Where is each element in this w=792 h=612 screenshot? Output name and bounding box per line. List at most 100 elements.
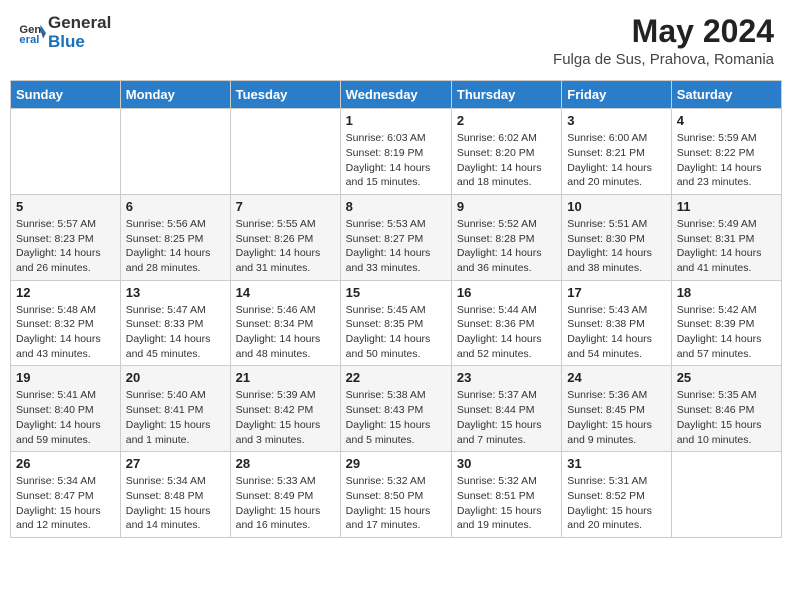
calendar-cell: 15Sunrise: 5:45 AMSunset: 8:35 PMDayligh… [340, 280, 451, 366]
calendar-cell: 9 Sunrise: 5:52 AMSunset: 8:28 PMDaylight… [451, 194, 561, 280]
day-number: 6 [126, 199, 225, 214]
day-number: 12 [16, 285, 115, 300]
day-number: 9 [457, 199, 556, 214]
day-detail: Sunrise: 5:59 AMSunset: 8:22 PMDaylight:… [677, 131, 776, 190]
calendar-cell: 24 Sunrise: 5:36 AMSunset: 8:45 PMDayligh… [562, 366, 671, 452]
day-detail: Sunrise: 5:48 AMSunset: 8:32 PMDaylight:… [16, 303, 115, 362]
col-header-sunday: Sunday [11, 81, 121, 109]
calendar-cell: 30 Sunrise: 5:32 AMSunset: 8:51 PMDayligh… [451, 452, 561, 538]
day-number: 16 [457, 285, 556, 300]
day-number: 1 [346, 113, 446, 128]
calendar-cell: 10 Sunrise: 5:51 AMSunset: 8:30 PMDayligh… [562, 194, 671, 280]
day-detail: Sunrise: 5:35 AMSunset: 8:46 PMDaylight:… [677, 388, 776, 447]
calendar-cell: 18 Sunrise: 5:42 AMSunset: 8:39 PMDayligh… [671, 280, 781, 366]
day-detail: Sunrise: 5:33 AMSunset: 8:49 PMDaylight:… [236, 474, 335, 533]
day-number: 17 [567, 285, 665, 300]
calendar-cell [120, 109, 230, 195]
day-detail: Sunrise: 5:34 AMSunset: 8:47 PMDaylight:… [16, 474, 115, 533]
day-detail: Sunrise: 5:32 AMSunset: 8:50 PMDaylight:… [346, 474, 446, 533]
day-detail: Sunrise: 5:47 AMSunset: 8:33 PMDaylight:… [126, 303, 225, 362]
calendar-cell: 8 Sunrise: 5:53 AMSunset: 8:27 PMDaylight… [340, 194, 451, 280]
day-detail: Sunrise: 5:42 AMSunset: 8:39 PMDaylight:… [677, 303, 776, 362]
calendar-cell [11, 109, 121, 195]
calendar-week-2: 5 Sunrise: 5:57 AMSunset: 8:23 PMDaylight… [11, 194, 782, 280]
calendar-cell: 2Sunrise: 6:02 AMSunset: 8:20 PMDaylight… [451, 109, 561, 195]
day-number: 4 [677, 113, 776, 128]
calendar-cell: 7Sunrise: 5:55 AMSunset: 8:26 PMDaylight… [230, 194, 340, 280]
day-number: 26 [16, 456, 115, 471]
day-number: 11 [677, 199, 776, 214]
title-block: May 2024 Fulga de Sus, Prahova, Romania [553, 14, 774, 68]
day-detail: Sunrise: 5:53 AMSunset: 8:27 PMDaylight:… [346, 217, 446, 276]
day-number: 24 [567, 370, 665, 385]
calendar-cell: 21 Sunrise: 5:39 AMSunset: 8:42 PMDayligh… [230, 366, 340, 452]
location-subtitle: Fulga de Sus, Prahova, Romania [553, 51, 774, 68]
calendar-cell: 20Sunrise: 5:40 AMSunset: 8:41 PMDayligh… [120, 366, 230, 452]
day-number: 13 [126, 285, 225, 300]
day-detail: Sunrise: 5:34 AMSunset: 8:48 PMDaylight:… [126, 474, 225, 533]
calendar-cell: 1 Sunrise: 6:03 AMSunset: 8:19 PMDaylight… [340, 109, 451, 195]
day-detail: Sunrise: 6:02 AMSunset: 8:20 PMDaylight:… [457, 131, 556, 190]
day-detail: Sunrise: 5:52 AMSunset: 8:28 PMDaylight:… [457, 217, 556, 276]
calendar-cell: 23Sunrise: 5:37 AMSunset: 8:44 PMDayligh… [451, 366, 561, 452]
calendar-cell: 12 Sunrise: 5:48 AMSunset: 8:32 PMDayligh… [11, 280, 121, 366]
calendar-cell: 27 Sunrise: 5:34 AMSunset: 8:48 PMDayligh… [120, 452, 230, 538]
day-number: 20 [126, 370, 225, 385]
logo-line1: General [48, 14, 111, 33]
day-detail: Sunrise: 5:55 AMSunset: 8:26 PMDaylight:… [236, 217, 335, 276]
day-number: 29 [346, 456, 446, 471]
svg-text:eral: eral [19, 33, 39, 45]
day-detail: Sunrise: 5:49 AMSunset: 8:31 PMDaylight:… [677, 217, 776, 276]
month-title: May 2024 [553, 14, 774, 49]
calendar-cell: 13 Sunrise: 5:47 AMSunset: 8:33 PMDayligh… [120, 280, 230, 366]
col-header-monday: Monday [120, 81, 230, 109]
calendar-week-1: 1 Sunrise: 6:03 AMSunset: 8:19 PMDaylight… [11, 109, 782, 195]
logo-line2: Blue [48, 33, 111, 52]
day-number: 28 [236, 456, 335, 471]
calendar-table: SundayMondayTuesdayWednesdayThursdayFrid… [10, 80, 782, 538]
day-number: 22 [346, 370, 446, 385]
day-detail: Sunrise: 6:00 AMSunset: 8:21 PMDaylight:… [567, 131, 665, 190]
day-number: 10 [567, 199, 665, 214]
day-detail: Sunrise: 5:31 AMSunset: 8:52 PMDaylight:… [567, 474, 665, 533]
day-detail: Sunrise: 5:32 AMSunset: 8:51 PMDaylight:… [457, 474, 556, 533]
day-detail: Sunrise: 6:03 AMSunset: 8:19 PMDaylight:… [346, 131, 446, 190]
day-detail: Sunrise: 5:56 AMSunset: 8:25 PMDaylight:… [126, 217, 225, 276]
day-number: 27 [126, 456, 225, 471]
col-header-friday: Friday [562, 81, 671, 109]
day-detail: Sunrise: 5:43 AMSunset: 8:38 PMDaylight:… [567, 303, 665, 362]
calendar-cell: 11 Sunrise: 5:49 AMSunset: 8:31 PMDayligh… [671, 194, 781, 280]
calendar-cell: 19Sunrise: 5:41 AMSunset: 8:40 PMDayligh… [11, 366, 121, 452]
logo-icon: Gen eral [18, 19, 46, 47]
day-detail: Sunrise: 5:41 AMSunset: 8:40 PMDaylight:… [16, 388, 115, 447]
calendar-cell [230, 109, 340, 195]
day-number: 5 [16, 199, 115, 214]
calendar-cell: 6 Sunrise: 5:56 AMSunset: 8:25 PMDaylight… [120, 194, 230, 280]
day-number: 30 [457, 456, 556, 471]
logo: Gen eral General Blue [18, 14, 111, 51]
day-detail: Sunrise: 5:51 AMSunset: 8:30 PMDaylight:… [567, 217, 665, 276]
day-number: 14 [236, 285, 335, 300]
day-detail: Sunrise: 5:45 AMSunset: 8:35 PMDaylight:… [346, 303, 446, 362]
calendar-cell: 3 Sunrise: 6:00 AMSunset: 8:21 PMDaylight… [562, 109, 671, 195]
day-number: 18 [677, 285, 776, 300]
day-detail: Sunrise: 5:57 AMSunset: 8:23 PMDaylight:… [16, 217, 115, 276]
day-number: 31 [567, 456, 665, 471]
day-detail: Sunrise: 5:44 AMSunset: 8:36 PMDaylight:… [457, 303, 556, 362]
day-number: 3 [567, 113, 665, 128]
calendar-week-3: 12 Sunrise: 5:48 AMSunset: 8:32 PMDayligh… [11, 280, 782, 366]
day-detail: Sunrise: 5:46 AMSunset: 8:34 PMDaylight:… [236, 303, 335, 362]
day-number: 21 [236, 370, 335, 385]
day-number: 8 [346, 199, 446, 214]
day-number: 23 [457, 370, 556, 385]
col-header-tuesday: Tuesday [230, 81, 340, 109]
day-number: 25 [677, 370, 776, 385]
col-header-wednesday: Wednesday [340, 81, 451, 109]
calendar-cell: 31 Sunrise: 5:31 AMSunset: 8:52 PMDayligh… [562, 452, 671, 538]
day-detail: Sunrise: 5:38 AMSunset: 8:43 PMDaylight:… [346, 388, 446, 447]
day-detail: Sunrise: 5:36 AMSunset: 8:45 PMDaylight:… [567, 388, 665, 447]
calendar-cell: 17 Sunrise: 5:43 AMSunset: 8:38 PMDayligh… [562, 280, 671, 366]
calendar-week-5: 26 Sunrise: 5:34 AMSunset: 8:47 PMDayligh… [11, 452, 782, 538]
day-detail: Sunrise: 5:39 AMSunset: 8:42 PMDaylight:… [236, 388, 335, 447]
calendar-cell: 5 Sunrise: 5:57 AMSunset: 8:23 PMDaylight… [11, 194, 121, 280]
